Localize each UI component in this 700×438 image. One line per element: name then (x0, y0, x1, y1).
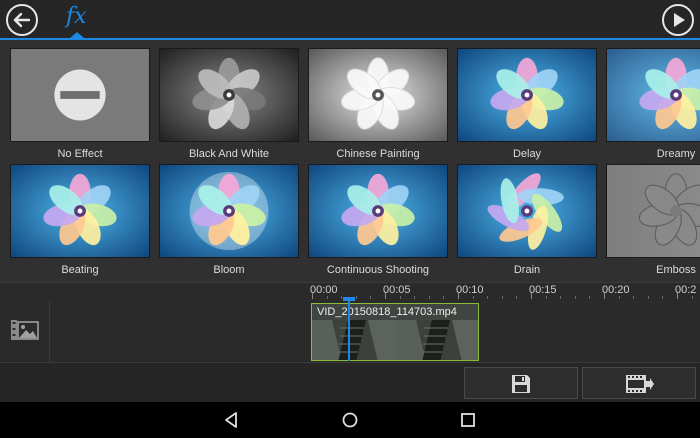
ruler-minor-tick (487, 296, 489, 299)
video-editor-screen: fx No Effect Black And White Chinese Paint… (0, 0, 700, 438)
timeline: 00:00 00:05 00:10 00:15 00:20 00:2 VID_201508… (0, 282, 700, 363)
clip-thumbnails (312, 320, 478, 360)
effect-label: Continuous Shooting (326, 264, 430, 276)
produce-video-icon (626, 375, 654, 393)
effect-thumbnail (159, 164, 299, 258)
effect-tile[interactable]: Emboss (606, 164, 700, 280)
ruler-major-tick (531, 293, 532, 299)
ruler-minor-tick (560, 296, 562, 299)
ruler-minor-tick (633, 296, 635, 299)
save-icon (512, 375, 530, 393)
effect-thumbnail (159, 48, 299, 142)
effect-label: Beating (61, 264, 99, 276)
effect-thumbnail (606, 48, 700, 142)
ruler-major-tick (312, 293, 313, 299)
ruler-minor-tick (326, 296, 328, 299)
ruler-minor-tick (472, 296, 474, 299)
effect-thumbnail (457, 164, 597, 258)
ruler-major-tick (385, 293, 386, 299)
save-button[interactable] (464, 367, 578, 399)
ruler-minor-tick (501, 296, 503, 299)
ruler-minor-tick (355, 296, 357, 299)
ruler-minor-tick (662, 296, 664, 299)
ruler-minor-tick (618, 296, 620, 299)
tab-fx[interactable]: fx (60, 0, 94, 38)
effect-tile[interactable]: Continuous Shooting (308, 164, 448, 280)
ruler-minor-tick (574, 296, 576, 299)
effect-tile[interactable]: Dreamy (606, 48, 700, 164)
ruler-minor-tick (428, 296, 430, 299)
effect-tile[interactable]: Black And White (159, 48, 299, 164)
top-toolbar: fx (0, 0, 700, 40)
effect-thumbnail (308, 164, 448, 258)
nav-home-icon[interactable] (340, 410, 360, 430)
effect-label: Emboss (656, 264, 696, 276)
ruler-time-label: 00:20 (602, 284, 630, 296)
ruler-time-label: 00:10 (456, 284, 484, 296)
effect-thumbnail (308, 48, 448, 142)
effect-thumbnail (457, 48, 597, 142)
ruler-time-label: 00:2 (675, 284, 697, 296)
effect-label: Dreamy (656, 148, 696, 160)
ruler-major-tick (677, 293, 678, 299)
ruler-minor-tick (414, 296, 416, 299)
effect-label: Drain (513, 264, 541, 276)
effect-tile[interactable]: Delay (457, 48, 597, 164)
effect-label: Chinese Painting (336, 148, 420, 160)
ruler-minor-tick (443, 296, 445, 299)
playhead[interactable] (348, 297, 350, 361)
back-button[interactable] (6, 4, 38, 36)
effect-tile[interactable]: Chinese Painting (308, 48, 448, 164)
fx-tab-label: fx (66, 4, 87, 29)
system-navigation-bar (0, 402, 700, 438)
ruler-time-label: 00:05 (383, 284, 411, 296)
video-clip[interactable]: VID_20150818_114703.mp4 (311, 303, 479, 361)
effects-grid: No Effect Black And White Chinese Painting… (0, 42, 700, 282)
effect-label: Bloom (213, 264, 245, 276)
effect-thumbnail (10, 48, 150, 142)
ruler-minor-tick (516, 296, 518, 299)
ruler-minor-tick (691, 296, 693, 299)
effect-tile[interactable]: Drain (457, 164, 597, 280)
media-track-icon (11, 320, 39, 340)
effect-thumbnail (606, 164, 700, 258)
play-icon (674, 13, 685, 27)
effect-tile[interactable]: Bloom (159, 164, 299, 280)
nav-back-icon[interactable] (222, 410, 242, 430)
effect-thumbnail (10, 164, 150, 258)
clip-name: VID_20150818_114703.mp4 (317, 306, 457, 318)
nav-recent-apps-icon[interactable] (458, 410, 478, 430)
time-ruler[interactable]: 00:00 00:05 00:10 00:15 00:20 00:2 (50, 283, 700, 301)
ruler-minor-tick (589, 296, 591, 299)
produce-button[interactable] (582, 367, 696, 399)
ruler-major-tick (604, 293, 605, 299)
ruler-minor-tick (545, 296, 547, 299)
ruler-major-tick (458, 293, 459, 299)
ruler-time-label: 00:00 (310, 284, 338, 296)
effect-label: Delay (512, 148, 542, 160)
back-arrow-icon (13, 12, 31, 28)
ruler-minor-tick (399, 296, 401, 299)
effect-label: No Effect (57, 148, 103, 160)
ruler-minor-tick (370, 296, 372, 299)
action-bar (0, 362, 700, 402)
effect-tile[interactable]: Beating (10, 164, 150, 280)
ruler-time-label: 00:15 (529, 284, 557, 296)
active-tab-indicator (70, 32, 84, 38)
play-button[interactable] (662, 4, 694, 36)
effect-label: Black And White (188, 148, 270, 160)
ruler-minor-tick (647, 296, 649, 299)
effect-tile[interactable]: No Effect (10, 48, 150, 164)
track-header (0, 301, 50, 363)
